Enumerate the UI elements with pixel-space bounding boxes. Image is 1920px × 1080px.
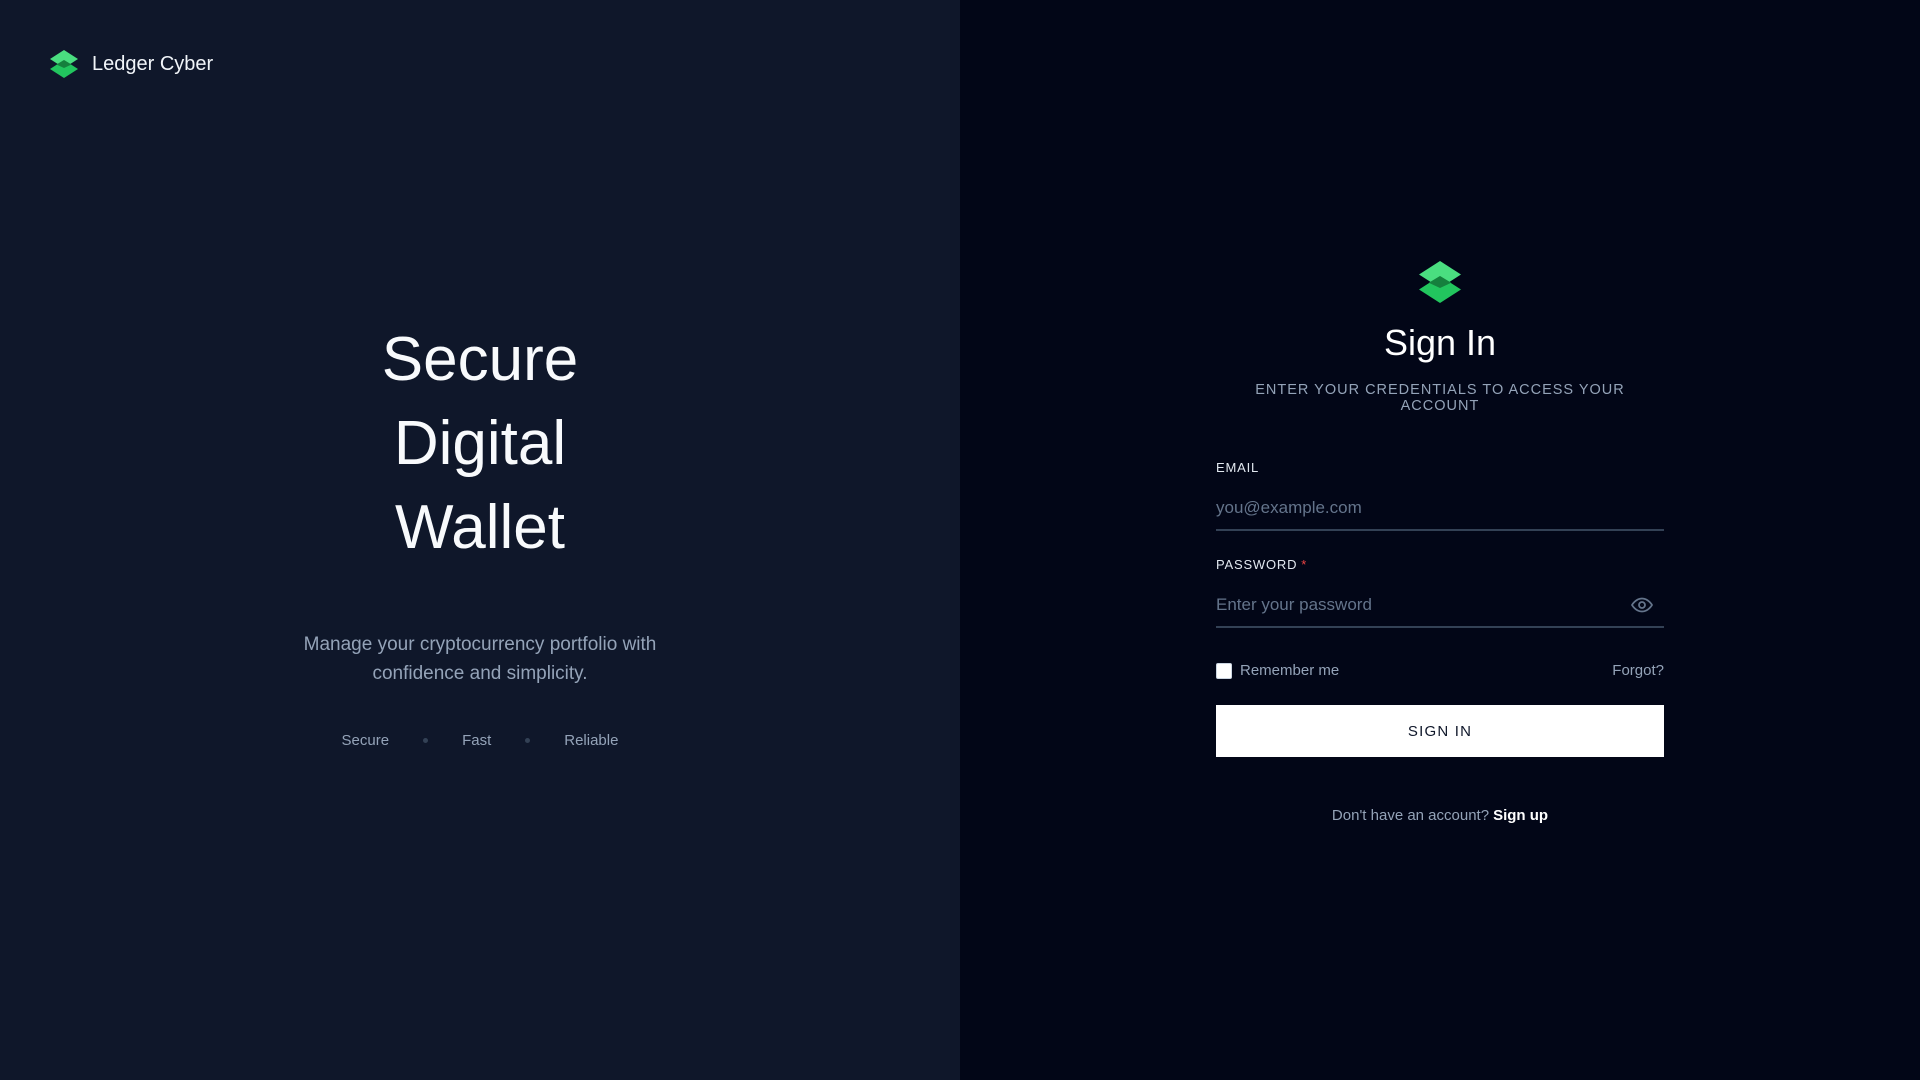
email-input-row	[1216, 487, 1664, 531]
email-label: EMAIL	[1216, 460, 1260, 475]
signup-prompt-text: Don't have an account?	[1331, 807, 1490, 824]
password-field-group: PASSWORD *	[1216, 557, 1664, 628]
hero-title-line: Wallet	[395, 493, 565, 562]
password-label-row: PASSWORD *	[1216, 557, 1664, 572]
layers-icon	[50, 50, 78, 78]
email-field-group: EMAIL	[1216, 460, 1664, 531]
password-input[interactable]	[1216, 595, 1630, 615]
hero-panel: Ledger Cyber Secure Digital Wallet Manag…	[0, 0, 960, 1080]
hero-description: Manage your cryptocurrency portfolio wit…	[303, 634, 657, 684]
forgot-password-link[interactable]: Forgot?	[1612, 662, 1664, 679]
signup-prompt: Don't have an account? Sign up	[1216, 807, 1664, 824]
brand[interactable]: Ledger Cyber	[48, 48, 213, 80]
brand-name: Ledger Cyber	[92, 52, 214, 75]
signin-panel: Sign In ENTER YOUR CREDENTIALS TO ACCESS…	[960, 0, 1920, 1080]
separator-dot	[423, 738, 429, 743]
hero: Secure Digital Wallet Manage your crypto…	[0, 318, 960, 749]
feature-list: Secure Fast Reliable	[0, 732, 960, 749]
email-input[interactable]	[1216, 498, 1664, 518]
sign-up-link[interactable]: Sign up	[1493, 807, 1548, 824]
feature-item: Reliable	[564, 732, 619, 749]
form-subtitle: ENTER YOUR CREDENTIALS TO ACCESS YOUR AC…	[1255, 382, 1625, 414]
feature-item: Fast	[462, 732, 492, 749]
separator-dot	[525, 738, 531, 743]
feature-item: Secure	[341, 732, 390, 749]
layers-icon	[1419, 261, 1461, 303]
required-mark: *	[1301, 557, 1308, 572]
form-options: Remember me Forgot?	[1216, 662, 1664, 679]
hero-title: Secure Digital Wallet	[0, 318, 960, 570]
signin-form: Sign In ENTER YOUR CREDENTIALS TO ACCESS…	[1216, 258, 1664, 824]
eye-icon[interactable]	[1630, 593, 1654, 617]
sign-in-button[interactable]: SIGN IN	[1216, 705, 1664, 757]
password-label: PASSWORD	[1216, 557, 1298, 572]
password-input-row	[1216, 584, 1664, 628]
remember-me[interactable]: Remember me	[1216, 662, 1339, 679]
hero-title-line: Digital	[393, 409, 567, 478]
form-title: Sign In	[1383, 322, 1497, 363]
remember-label: Remember me	[1240, 662, 1340, 679]
hero-title-line: Secure	[381, 325, 579, 394]
remember-checkbox[interactable]	[1216, 662, 1232, 679]
